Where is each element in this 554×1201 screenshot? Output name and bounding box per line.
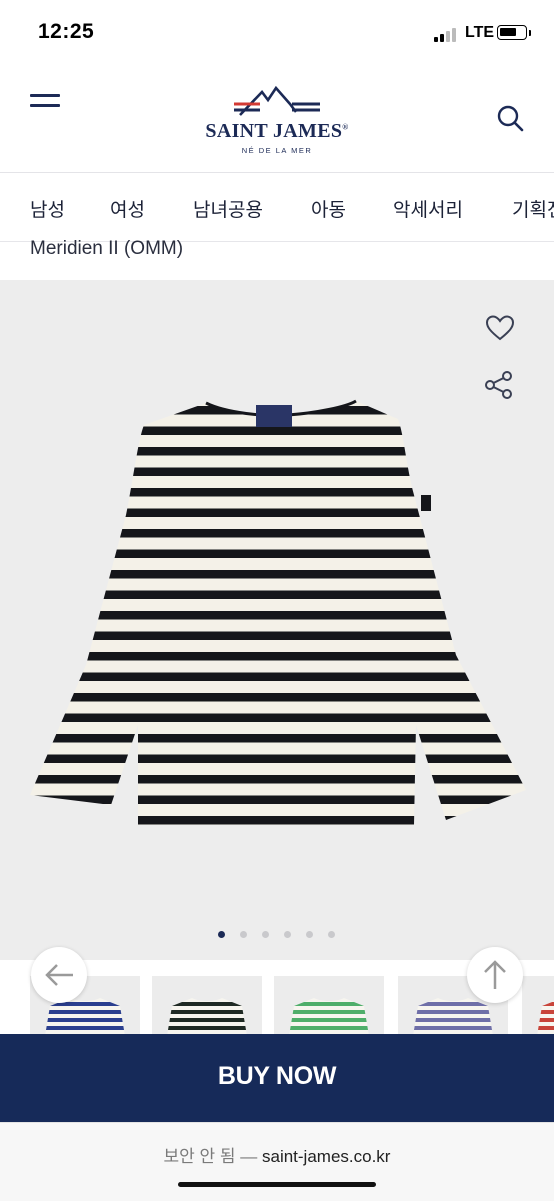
arrow-left-icon <box>45 964 73 986</box>
buy-now-label: BUY NOW <box>217 1062 337 1090</box>
hamburger-icon[interactable] <box>30 94 60 114</box>
product-thumbnail[interactable] <box>152 976 262 1040</box>
category-women[interactable]: 여성 <box>110 195 145 222</box>
carousel-dot[interactable] <box>306 931 313 938</box>
carousel-dot[interactable] <box>284 931 291 938</box>
category-unisex[interactable]: 남녀공용 <box>193 195 263 222</box>
battery-icon <box>497 25 527 40</box>
product-title: Meridien II (OMM) <box>30 238 184 259</box>
url-row[interactable]: 보안 안 됨 — saint-james.co.kr <box>0 1142 554 1167</box>
heart-icon[interactable] <box>484 312 516 344</box>
category-kids[interactable]: 아동 <box>311 195 346 222</box>
carousel-dot[interactable] <box>240 931 247 938</box>
brand-tagline: NÉ DE LA MER <box>241 146 313 155</box>
carousel-dot[interactable] <box>218 931 225 938</box>
signal-icon <box>434 26 460 42</box>
back-button[interactable] <box>31 947 87 1003</box>
home-indicator <box>178 1182 376 1187</box>
status-time: 12:25 <box>38 20 95 43</box>
carousel-dots <box>218 931 338 941</box>
arrow-up-icon <box>484 960 506 989</box>
brand-name: SAINT JAMES® <box>205 120 349 142</box>
battery-tip <box>529 30 531 36</box>
product-thumbnail[interactable] <box>522 976 554 1040</box>
category-nav: 남성 여성 남녀공용 아동 악세서리 기획전 <box>0 173 554 242</box>
category-accessories[interactable]: 악세서리 <box>393 195 463 222</box>
scroll-top-button[interactable] <box>467 947 523 1003</box>
network-label: LTE <box>465 24 495 41</box>
product-thumbnail[interactable] <box>274 976 384 1040</box>
striped-shirt-image <box>30 399 526 825</box>
security-warning: 보안 안 됨 — <box>163 1147 258 1166</box>
category-promotions[interactable]: 기획전 <box>512 195 554 222</box>
category-men[interactable]: 남성 <box>30 195 65 222</box>
url-domain: saint-james.co.kr <box>261 1147 391 1166</box>
carousel-dot[interactable] <box>262 931 269 938</box>
carousel-dot[interactable] <box>328 931 335 938</box>
search-icon[interactable] <box>496 104 526 134</box>
